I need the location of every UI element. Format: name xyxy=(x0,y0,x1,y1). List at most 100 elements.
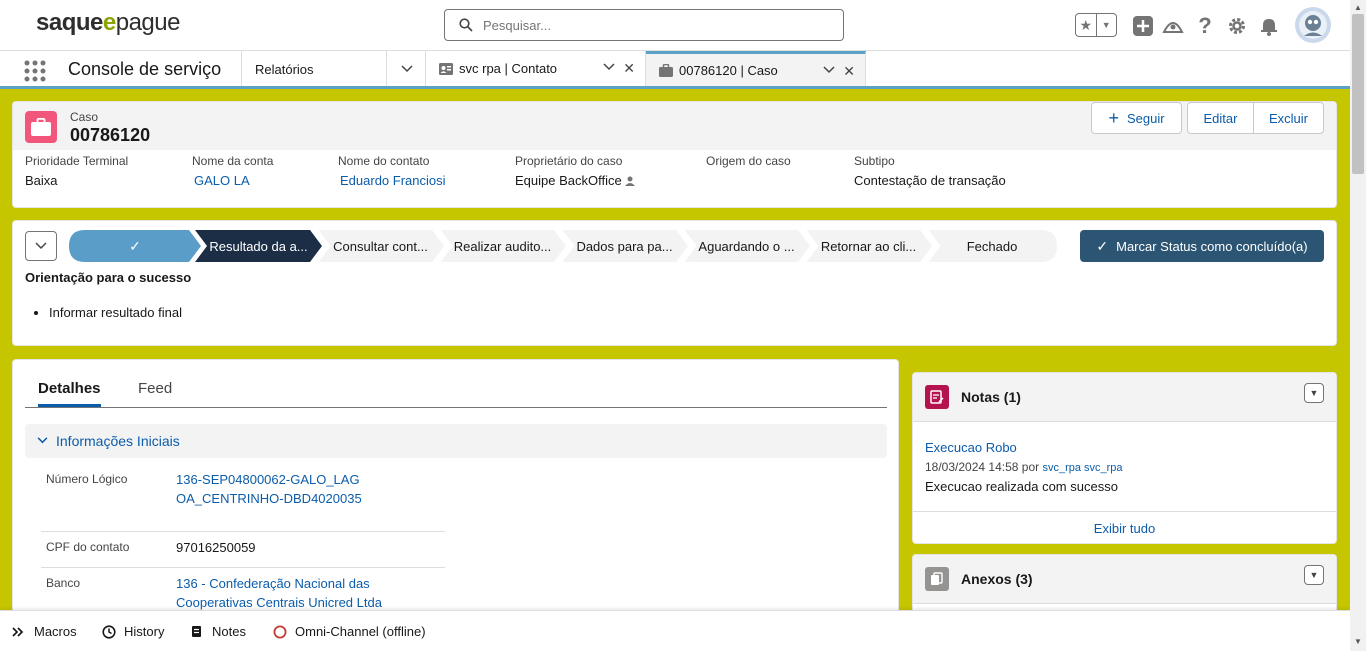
path-step-current[interactable]: Resultado da a... xyxy=(195,230,322,262)
navigation-menu-button[interactable] xyxy=(386,51,426,86)
object-type-label: Caso xyxy=(70,110,99,124)
global-search[interactable] xyxy=(444,9,844,41)
navigation-item-selector[interactable]: Relatórios xyxy=(241,51,426,86)
workspace-tab-case[interactable]: 00786120 | Caso ✕ xyxy=(646,51,866,86)
delete-label: Excluir xyxy=(1268,110,1308,126)
path-step[interactable]: Retornar ao cli... xyxy=(805,230,932,262)
view-all-link[interactable]: Exibir tudo xyxy=(1094,521,1155,536)
console-navigation: Console de serviço Relatórios svc rpa | … xyxy=(0,51,1350,89)
account-link[interactable]: GALO LA xyxy=(194,173,273,188)
tab-feed[interactable]: Feed xyxy=(138,380,172,397)
field-label: Nome do contato xyxy=(338,154,430,168)
bank-link[interactable]: 136 - Confederação Nacional das Cooperat… xyxy=(176,574,416,612)
field-row-logical-number: Número Lógico 136-SEP04800062-GALO_LAGOA… xyxy=(41,472,445,532)
utility-bar: Macros History Notes Omni-Channel (offli… xyxy=(0,610,1350,651)
scrollbar-thumb[interactable] xyxy=(1352,14,1364,174)
field-label: Número Lógico xyxy=(46,472,128,486)
page-scrollbar[interactable]: ▲ ▼ xyxy=(1350,0,1366,651)
attachments-title[interactable]: Anexos (3) xyxy=(961,571,1033,587)
scroll-down-icon[interactable]: ▼ xyxy=(1354,637,1362,646)
app-launcher-icon xyxy=(24,60,46,82)
section-header-initial-info[interactable]: Informações Iniciais xyxy=(25,424,887,458)
path-step-complete[interactable]: ✓ xyxy=(69,230,201,262)
notifications-button[interactable] xyxy=(1257,14,1281,38)
utility-history[interactable]: History xyxy=(102,624,164,639)
field-label: Origem do caso xyxy=(706,154,791,168)
company-logo[interactable]: saqueepague xyxy=(36,9,180,37)
check-icon: ✓ xyxy=(129,237,141,254)
field-subtype: Subtipo Contestação de transação xyxy=(854,154,1006,188)
notes-menu-button[interactable]: ▼ xyxy=(1304,383,1324,403)
edit-button[interactable]: Editar xyxy=(1187,102,1254,134)
scroll-up-icon[interactable]: ▲ xyxy=(1354,3,1362,12)
field-value: Contestação de transação xyxy=(854,173,1006,188)
attachments-menu-button[interactable]: ▼ xyxy=(1304,565,1324,585)
guidance-title: Orientação para o sucesso xyxy=(25,270,192,285)
record-highlights-panel: Caso 00786120 + Seguir Editar Excluir Pri… xyxy=(12,101,1337,208)
utility-label: History xyxy=(124,624,165,639)
trailhead-icon xyxy=(1162,22,1184,33)
note-title-link[interactable]: Execucao Robo xyxy=(925,440,1017,455)
view-all-notes[interactable]: Exibir tudo xyxy=(913,511,1336,544)
gear-icon xyxy=(1229,18,1245,34)
avatar-icon xyxy=(1299,11,1327,39)
field-label: Nome da conta xyxy=(192,154,274,168)
tab-menu-chevron-icon[interactable] xyxy=(823,65,835,77)
follow-button[interactable]: + Seguir xyxy=(1091,102,1182,134)
global-actions-button[interactable] xyxy=(1131,14,1155,38)
tab-menu-chevron-icon[interactable] xyxy=(603,62,615,74)
trailhead-button[interactable] xyxy=(1161,14,1185,38)
change-owner-icon[interactable] xyxy=(624,175,636,187)
notes-related-list: Notas (1) ▼ Execucao Robo 18/03/2024 14:… xyxy=(912,372,1337,544)
mark-status-complete-button[interactable]: ✓ Marcar Status como concluído(a) xyxy=(1080,230,1324,262)
utility-label: Omni-Channel (offline) xyxy=(295,624,426,639)
global-header: saqueepague ★▼ ? xyxy=(0,0,1350,51)
delete-button[interactable]: Excluir xyxy=(1253,102,1324,134)
notes-title[interactable]: Notas (1) xyxy=(961,389,1021,405)
mark-button-label: Marcar Status como concluído(a) xyxy=(1116,238,1308,254)
section-title: Informações Iniciais xyxy=(56,433,180,449)
field-account-name: Nome da conta GALO LA xyxy=(192,154,273,188)
tab-details[interactable]: Detalhes xyxy=(38,380,101,407)
app-launcher-button[interactable] xyxy=(24,60,46,82)
navigation-item-label[interactable]: Relatórios xyxy=(255,62,314,77)
field-contact-name: Nome do contato Eduardo Franciosi xyxy=(338,154,446,188)
path-step[interactable]: Realizar audito... xyxy=(439,230,566,262)
check-icon: ✓ xyxy=(1096,237,1109,254)
path-step[interactable]: Fechado xyxy=(927,230,1057,262)
path-step[interactable]: Dados para pa... xyxy=(561,230,688,262)
field-row-bank: Banco 136 - Confederação Nacional das Co… xyxy=(41,568,445,610)
note-meta: 18/03/2024 14:58 por svc_rpa svc_rpa xyxy=(925,460,1123,474)
notes-icon xyxy=(191,625,204,638)
note-author-link[interactable]: svc_rpa svc_rpa xyxy=(1042,462,1122,474)
workspace-tab-contact[interactable]: svc rpa | Contato ✕ xyxy=(426,51,646,86)
setup-button[interactable] xyxy=(1225,14,1249,38)
path-step[interactable]: Aguardando o ... xyxy=(683,230,810,262)
path-step-label: Resultado da a... xyxy=(209,238,308,254)
help-button[interactable]: ? xyxy=(1193,13,1217,38)
search-input[interactable] xyxy=(483,15,823,35)
utility-macros[interactable]: Macros xyxy=(12,624,77,639)
field-value: 97016250059 xyxy=(176,540,256,555)
record-title: 00786120 xyxy=(70,125,151,145)
path-toggle-button[interactable] xyxy=(25,231,57,261)
notes-icon xyxy=(925,385,949,409)
field-label: CPF do contato xyxy=(46,540,130,554)
close-tab-icon[interactable]: ✕ xyxy=(623,60,635,77)
contact-link[interactable]: Eduardo Franciosi xyxy=(340,173,446,188)
logical-number-link[interactable]: 136-SEP04800062-GALO_LAGOA_CENTRINHO-DBD… xyxy=(176,470,366,508)
path-step[interactable]: Consultar cont... xyxy=(317,230,444,262)
field-label: Banco xyxy=(46,576,81,590)
path-component: ✓ Resultado da a... Consultar cont... Re… xyxy=(12,220,1337,346)
path-step-label: Aguardando o ... xyxy=(698,238,795,254)
utility-notes[interactable]: Notes xyxy=(191,624,246,639)
star-icon: ★ xyxy=(1079,16,1093,33)
close-tab-icon[interactable]: ✕ xyxy=(843,63,855,80)
attachments-icon xyxy=(925,567,949,591)
utility-omni-channel[interactable]: Omni-Channel (offline) xyxy=(273,624,426,639)
add-icon: + xyxy=(1108,107,1119,128)
field-case-origin: Origem do caso xyxy=(706,154,791,173)
user-avatar[interactable] xyxy=(1295,7,1331,43)
note-by: por xyxy=(1021,460,1040,474)
favorites-button[interactable]: ★ ▼ xyxy=(1075,13,1117,37)
